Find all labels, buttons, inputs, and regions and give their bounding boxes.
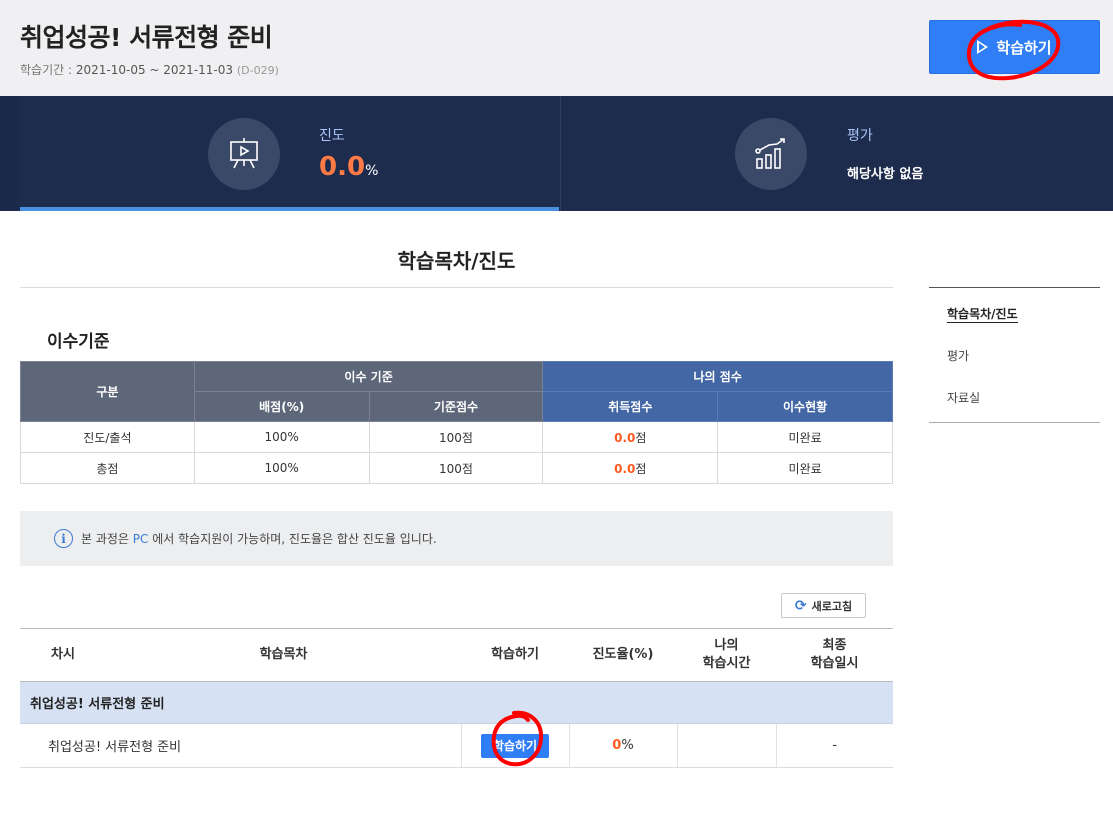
lesson-rate-value: 0	[612, 738, 622, 753]
header-base-score: 기준점수	[368, 391, 544, 422]
notice-highlight: PC	[132, 532, 149, 546]
progress-number: 0.0	[319, 152, 366, 182]
progress-value: 0.0%	[319, 152, 378, 182]
d-day-count: (D-029)	[236, 64, 279, 77]
play-icon	[977, 40, 989, 54]
side-nav-item-contents[interactable]: 학습목차/진도	[947, 305, 1018, 323]
progress-unit: %	[365, 163, 379, 179]
side-nav: 학습목차/진도 평가 자료실	[929, 287, 1100, 423]
course-header: 취업성공! 서류전형 준비 학습기간 : 2021-10-05 ~ 2021-1…	[0, 0, 1113, 96]
acquired-unit: 점	[635, 430, 647, 445]
row-base: 100점	[368, 452, 544, 484]
header-completion-status: 이수현황	[717, 391, 893, 422]
section-title: 학습목차/진도	[397, 249, 516, 273]
side-nav-item-evaluation[interactable]: 평가	[947, 347, 969, 364]
bar-chart-trend-icon	[735, 118, 807, 190]
acquired-value: 0.0	[614, 430, 636, 445]
refresh-label: 새로고침	[811, 599, 853, 613]
header-my-study-time-1: 나의	[714, 638, 739, 653]
header-last-study-date-2: 학습일시	[810, 656, 859, 671]
study-contents-table: 차시 학습목차 학습하기 진도율(%) 나의학습시간 최종학습일시 취업성공! …	[20, 628, 893, 768]
lesson-rate-unit: %	[621, 738, 634, 753]
toc-group-title: 취업성공! 서류전형 준비	[20, 681, 893, 724]
row-acquired: 0.0점	[542, 421, 719, 453]
header-acquired-score: 취득점수	[542, 391, 719, 422]
course-title: 취업성공! 서류전형 준비	[20, 23, 273, 52]
presentation-play-icon	[208, 118, 280, 190]
stats-band: 진도 0.0% 평가 해당사항 없음	[0, 96, 1113, 211]
notice-box: i 본 과정은 PC 에서 학습지원이 가능하며, 진도율은 합산 진도율 입니…	[20, 511, 893, 566]
row-category: 진도/출석	[20, 421, 195, 453]
period-dates: 2021-10-05 ~ 2021-11-03	[75, 63, 234, 77]
lesson-progress-rate: 0%	[568, 723, 677, 768]
notice-suffix: 에서 학습지원이 가능하며, 진도율은 합산 진도율 입니다.	[148, 532, 437, 546]
acquired-value: 0.0	[614, 461, 636, 476]
header-progress-rate: 진도율(%)	[569, 628, 677, 682]
evaluation-value: 해당사항 없음	[847, 167, 924, 182]
lesson-study-button[interactable]: 학습하기	[481, 733, 549, 758]
lesson-last-date: -	[775, 723, 893, 768]
header-category: 구분	[20, 361, 195, 422]
lesson-study-cell: 학습하기	[460, 723, 569, 768]
header-criteria: 이수 기준	[193, 361, 544, 392]
start-study-label: 학습하기	[996, 38, 1052, 57]
row-status: 미완료	[717, 452, 893, 484]
info-icon: i	[54, 529, 73, 548]
criteria-title: 이수기준	[47, 332, 110, 352]
lesson-my-time	[676, 723, 776, 768]
notice-text: 본 과정은 PC 에서 학습지원이 가능하며, 진도율은 합산 진도율 입니다.	[81, 530, 437, 547]
table-row: 취업성공! 서류전형 준비 학습하기 0% -	[20, 723, 893, 768]
refresh-button[interactable]: ⟳ 새로고침	[781, 593, 866, 618]
side-nav-item-resources[interactable]: 자료실	[947, 389, 980, 406]
header-my-score: 나의 점수	[542, 361, 893, 392]
evaluation-stat: 평가 해당사항 없음	[560, 96, 1113, 211]
header-my-study-time-2: 학습시간	[702, 656, 751, 671]
completion-criteria-table: 구분 이수 기준 나의 점수 배점(%) 기준점수 취득점수 이수현황 진도/출…	[20, 361, 893, 484]
header-study: 학습하기	[461, 628, 569, 682]
evaluation-label: 평가	[847, 128, 873, 144]
row-base: 100점	[368, 421, 544, 453]
refresh-icon: ⟳	[794, 597, 807, 614]
lesson-name: 취업성공! 서류전형 준비	[20, 723, 461, 768]
header-session: 차시	[20, 628, 106, 682]
acquired-unit: 점	[635, 461, 647, 476]
row-status: 미완료	[717, 421, 893, 453]
table-row: 총점 100% 100점 0.0점 미완료	[20, 452, 893, 484]
start-study-button[interactable]: 학습하기	[929, 20, 1100, 74]
progress-label: 진도	[319, 128, 345, 144]
header-contents: 학습목차	[106, 628, 461, 682]
header-last-study-date: 최종학습일시	[776, 628, 893, 682]
notice-prefix: 본 과정은	[81, 532, 133, 546]
study-period: 학습기간 : 2021-10-05 ~ 2021-11-03 (D-029)	[20, 61, 279, 78]
row-weight: 100%	[193, 421, 370, 453]
row-category: 총점	[20, 452, 195, 484]
row-weight: 100%	[193, 452, 370, 484]
row-acquired: 0.0점	[542, 452, 719, 484]
header-weight: 배점(%)	[193, 391, 370, 422]
progress-stat: 진도 0.0%	[20, 96, 559, 211]
header-last-study-date-1: 최종	[822, 638, 847, 653]
header-my-study-time: 나의학습시간	[677, 628, 776, 682]
table-row: 진도/출석 100% 100점 0.0점 미완료	[20, 421, 893, 453]
period-label: 학습기간 :	[20, 63, 76, 77]
toc-group-row: 취업성공! 서류전형 준비	[20, 681, 893, 724]
section-divider	[20, 287, 893, 288]
